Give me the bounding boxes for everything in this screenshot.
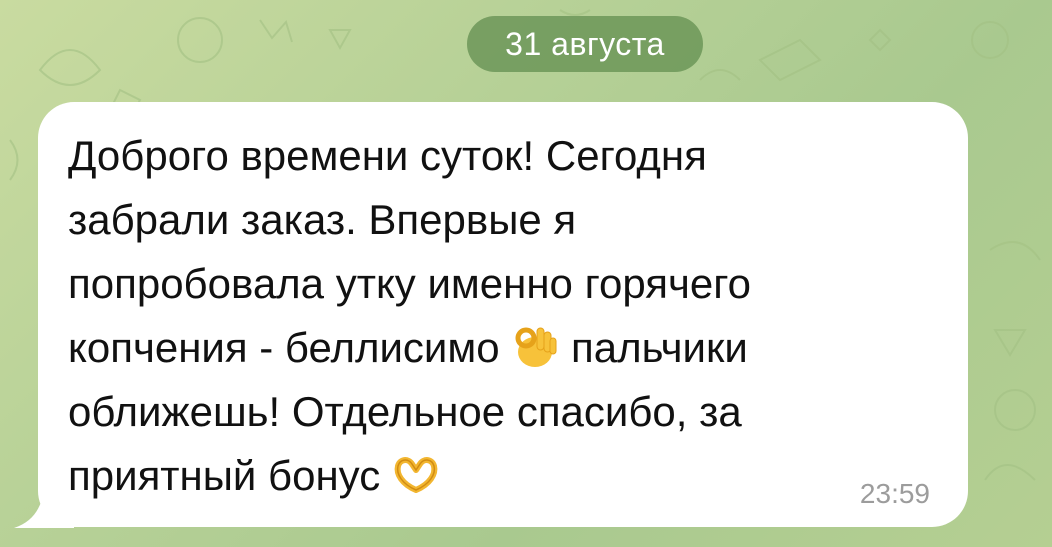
- message-line: попробовала утку именно горячего: [68, 260, 751, 307]
- ok-hand-emoji-icon: [515, 327, 557, 367]
- date-separator-label: 31 августа: [505, 26, 665, 62]
- message-line: приятный бонус: [68, 444, 928, 508]
- date-separator-pill: 31 августа: [467, 16, 703, 72]
- message-line-part: копчения - беллисимо: [68, 324, 500, 371]
- message-text: Доброго времени суток! Сегодня забрали з…: [68, 124, 928, 508]
- message-timestamp: 23:59: [859, 478, 930, 509]
- heart-hands-emoji-icon: [394, 457, 438, 493]
- message-line: копчения - беллисимо пальчики: [68, 316, 928, 380]
- message-line: оближешь! Отдельное спасибо, за: [68, 388, 742, 435]
- message-line: Доброго времени суток! Сегодня: [68, 132, 707, 179]
- incoming-message-bubble[interactable]: Доброго времени суток! Сегодня забрали з…: [38, 102, 968, 527]
- message-line: забрали заказ. Впервые я: [68, 196, 577, 243]
- chat-screen: { "date_separator": "31 августа", "messa…: [0, 0, 1052, 547]
- message-line-part: пальчики: [570, 324, 748, 371]
- message-line-part: приятный бонус: [68, 452, 381, 499]
